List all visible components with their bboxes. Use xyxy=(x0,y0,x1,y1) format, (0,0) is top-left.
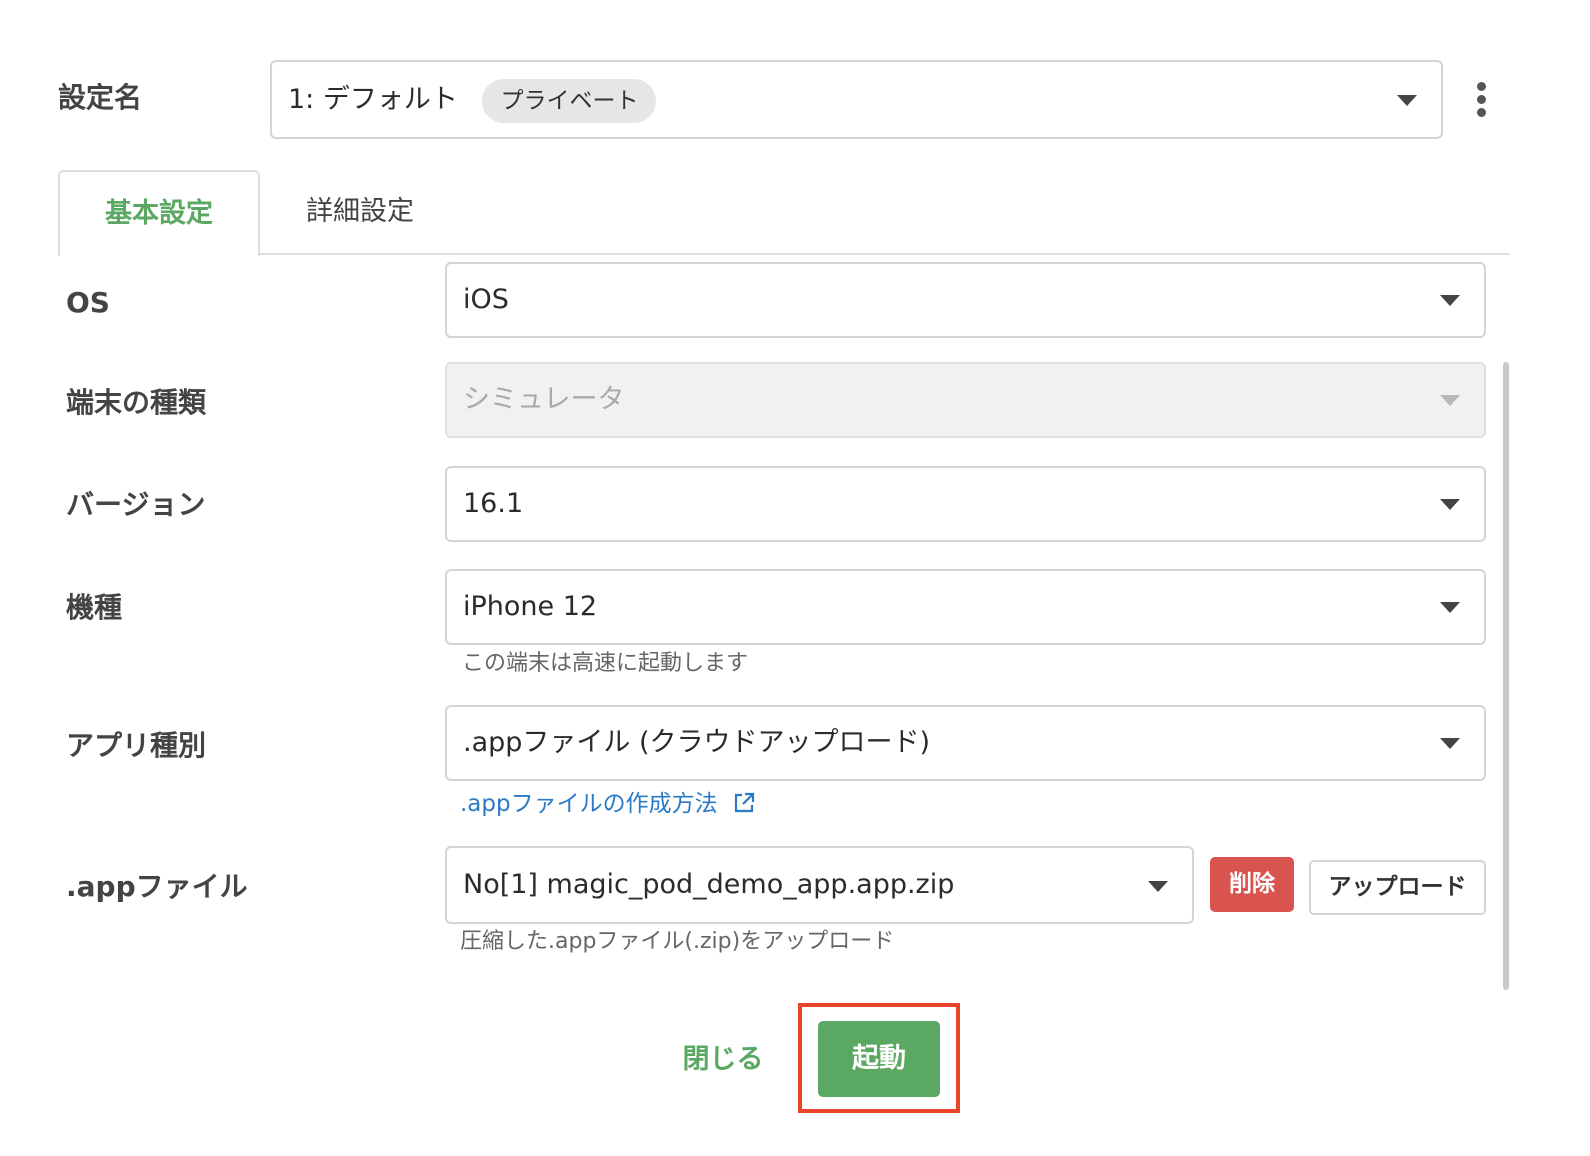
model-hint: この端末は高速に起動します xyxy=(462,651,749,676)
version-value: 16.1 xyxy=(463,488,524,519)
start-button[interactable]: 起動 xyxy=(818,1021,940,1097)
caret-down-icon xyxy=(1440,295,1460,306)
app-file-hint: 圧縮した.appファイル(.zip)をアップロード xyxy=(460,929,895,954)
setting-name-select[interactable]: 1: デフォルト プライベート xyxy=(270,60,1443,139)
private-badge: プライベート xyxy=(482,78,657,123)
app-creation-link-text: .appファイルの作成方法 xyxy=(460,791,718,817)
app-type-value: .appファイル (クラウドアップロード) xyxy=(463,727,931,758)
kebab-menu-icon[interactable] xyxy=(1470,80,1494,120)
caret-down-icon xyxy=(1440,499,1460,510)
os-select[interactable]: iOS xyxy=(445,262,1486,338)
os-value: iOS xyxy=(463,284,509,315)
model-value: iPhone 12 xyxy=(463,591,598,622)
device-type-value: シミュレータ xyxy=(463,384,625,415)
app-file-select[interactable]: No[1] magic_pod_demo_app.app.zip xyxy=(445,846,1194,924)
caret-down-icon xyxy=(1148,881,1168,892)
caret-down-icon xyxy=(1440,738,1460,749)
scrollbar[interactable] xyxy=(1503,362,1509,990)
device-type-select: シミュレータ xyxy=(445,362,1486,438)
caret-down-icon xyxy=(1397,95,1417,106)
tab-advanced-label: 詳細設定 xyxy=(306,196,414,227)
app-file-value: No[1] magic_pod_demo_app.app.zip xyxy=(463,869,955,900)
app-file-label: .appファイル xyxy=(66,870,248,903)
version-select[interactable]: 16.1 xyxy=(445,466,1486,542)
close-button[interactable]: 閉じる xyxy=(668,1038,778,1082)
tab-advanced-settings[interactable]: 詳細設定 xyxy=(270,170,450,254)
app-type-select[interactable]: .appファイル (クラウドアップロード) xyxy=(445,705,1486,781)
external-link-icon xyxy=(734,792,755,813)
version-label: バージョン xyxy=(66,488,206,521)
model-label: 機種 xyxy=(66,591,123,624)
upload-button[interactable]: アップロード xyxy=(1309,860,1486,915)
setting-name-label: 設定名 xyxy=(58,81,143,114)
device-type-label: 端末の種類 xyxy=(66,386,207,419)
delete-button[interactable]: 削除 xyxy=(1210,857,1294,912)
os-label: OS xyxy=(66,286,110,319)
setting-name-value: 1: デフォルト xyxy=(288,84,458,115)
app-type-label: アプリ種別 xyxy=(66,729,207,762)
app-creation-link[interactable]: .appファイルの作成方法 xyxy=(460,788,755,820)
tab-basic-settings[interactable]: 基本設定 xyxy=(58,170,260,256)
caret-down-icon xyxy=(1440,395,1460,406)
model-select[interactable]: iPhone 12 xyxy=(445,569,1486,645)
caret-down-icon xyxy=(1440,602,1460,613)
tab-basic-label: 基本設定 xyxy=(105,198,213,229)
